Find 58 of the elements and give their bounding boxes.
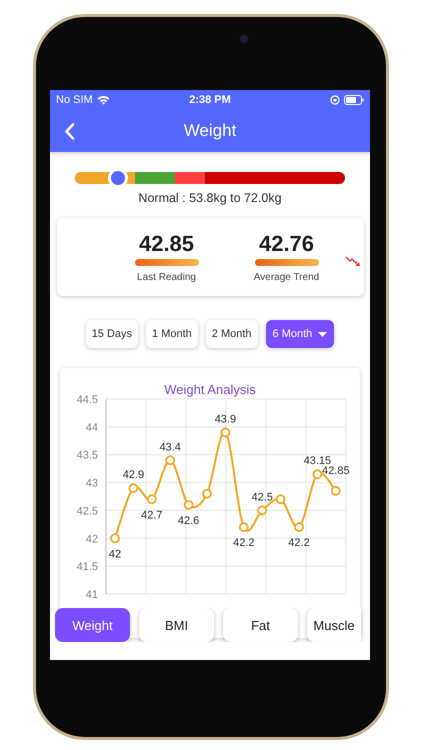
data-label: 42.2	[288, 537, 310, 550]
metric-tab[interactable]: Muscle	[307, 608, 361, 642]
stat-label: Average Trend	[254, 272, 320, 283]
period-button[interactable]: 1 Month	[146, 320, 198, 348]
data-point	[312, 469, 322, 480]
data-point	[128, 483, 138, 494]
data-label: 42.9	[122, 469, 144, 482]
data-label: 42.5	[252, 491, 273, 504]
screen-title: Weight	[184, 121, 236, 141]
data-point	[257, 506, 268, 516]
y-axis-label: 41	[86, 589, 98, 601]
y-axis-label: 42.5	[76, 505, 98, 518]
normal-range-text: Normal : 53.8kg to 72.0kg	[138, 191, 282, 205]
data-label: 42.7	[141, 509, 162, 522]
data-point	[220, 428, 230, 438]
carrier-label: No SIM	[56, 94, 93, 106]
data-point	[276, 494, 286, 504]
metric-tab[interactable]: Weight	[55, 608, 130, 642]
caret-icon	[318, 332, 328, 336]
y-axis-label: 43.5	[76, 450, 98, 462]
data-label: 43.4	[160, 441, 181, 454]
data-point	[110, 533, 120, 544]
range-segment	[175, 172, 205, 184]
chart-title: Weight Analysis	[164, 382, 256, 397]
battery-icon	[344, 95, 364, 105]
stat-underline	[134, 259, 198, 266]
y-axis-label: 41.5	[76, 561, 98, 574]
data-point	[202, 488, 212, 499]
stat-label: Last Reading	[137, 272, 196, 283]
camera-icon	[240, 35, 248, 43]
period-button[interactable]: 2 Month	[206, 320, 258, 348]
rotation-lock-icon	[330, 95, 340, 105]
clock-time: 2:38 PM	[189, 94, 231, 106]
data-label: 43.9	[214, 413, 236, 426]
data-point	[294, 522, 304, 532]
data-label: 42.6	[178, 514, 200, 527]
data-point	[184, 500, 194, 510]
data-label: 42.2	[233, 537, 254, 550]
back-icon[interactable]	[64, 123, 75, 140]
period-button[interactable]: 6 Month	[266, 320, 334, 348]
y-axis-label: 44.5	[76, 394, 98, 406]
data-point	[146, 494, 157, 504]
y-axis-label: 43	[86, 478, 98, 490]
stat-underline	[254, 259, 318, 266]
period-button[interactable]: 15 Days	[86, 320, 138, 348]
y-axis-label: 44	[86, 422, 98, 434]
wifi-icon	[96, 95, 110, 105]
data-point	[330, 486, 341, 496]
data-label: 42	[108, 548, 122, 560]
y-axis-label: 42	[86, 533, 98, 546]
stat-value: 42.76	[258, 231, 314, 257]
stat-value: 42.85	[138, 231, 194, 257]
data-point	[165, 455, 176, 466]
metric-tab[interactable]: BMI	[139, 608, 214, 642]
data-point	[238, 522, 249, 532]
data-label: 43.15	[304, 455, 332, 468]
metric-tab[interactable]: Fat	[223, 608, 298, 642]
data-label: 42.85	[322, 464, 350, 477]
